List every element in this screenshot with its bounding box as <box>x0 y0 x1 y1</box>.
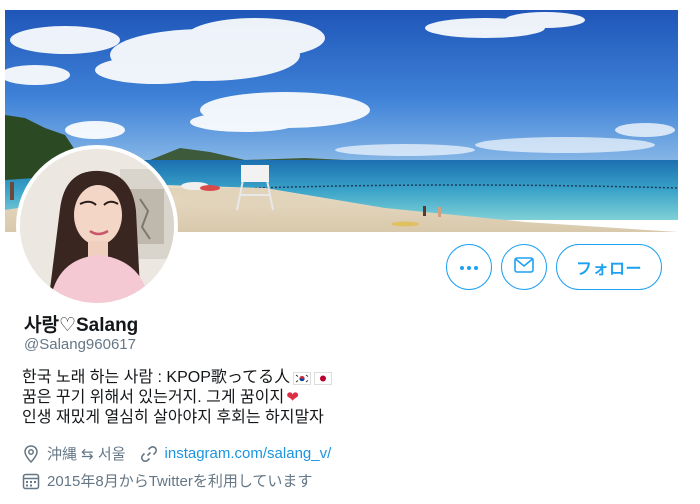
profile-website-link[interactable]: instagram.com/salang_v/ <box>165 445 332 462</box>
profile-location: 沖縄 ⇆ 서울 <box>47 446 126 463</box>
japan-flag-icon <box>314 371 333 385</box>
message-button[interactable] <box>501 244 547 290</box>
user-handle: @Salang960617 <box>24 336 136 353</box>
calendar-icon <box>22 472 40 490</box>
bio-line-3: 인생 재밌게 열심히 살아야지 후회는 하지말자 <box>22 409 324 426</box>
profile-meta-location-website: 沖縄 ⇆ 서울 instagram.com/salang_v/ <box>22 443 331 464</box>
link-icon <box>140 445 158 463</box>
bio-line-1: 한국 노래 하는 사람 : KPOP歌ってる人 <box>22 369 291 386</box>
display-name: 사랑♡Salang <box>24 315 139 336</box>
bio-line-2: 꿈은 꾸기 위해서 있는거지. 그게 꿈이지 <box>22 389 285 406</box>
profile-joined-date: 2015年8月からTwitterを利用しています <box>47 473 313 490</box>
location-pin-icon <box>22 444 40 463</box>
more-options-button[interactable] <box>446 244 492 290</box>
more-icon <box>459 258 479 276</box>
follow-button[interactable]: フォロー <box>556 244 662 290</box>
profile-meta-joined: 2015年8月からTwitterを利用しています <box>22 470 312 491</box>
red-heart-icon: ❤ <box>286 389 299 406</box>
profile-avatar[interactable] <box>16 145 178 307</box>
profile-bio: 한국 노래 하는 사람 : KPOP歌ってる人 꿈은 꾸기 위해서 있는거지. … <box>22 368 333 428</box>
envelope-icon <box>514 256 534 278</box>
korea-flag-icon <box>293 371 312 385</box>
